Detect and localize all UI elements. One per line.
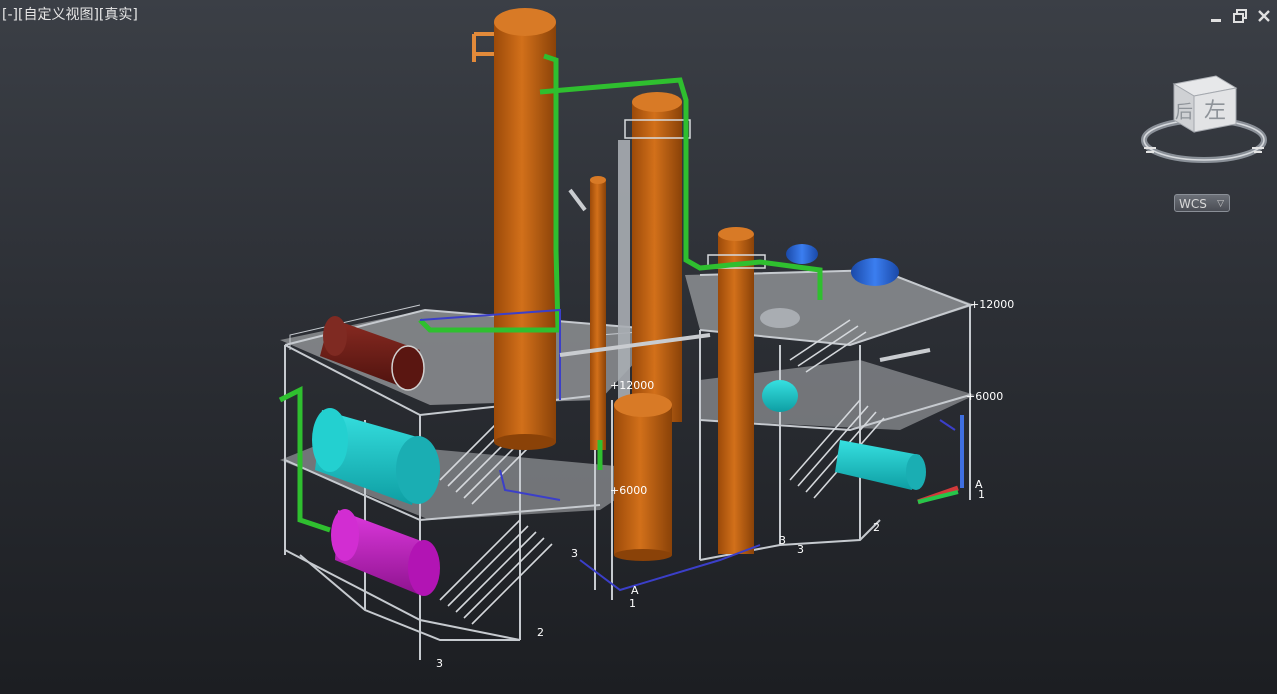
ucs-axis-indicator <box>917 415 964 505</box>
grid-label-3-mid: 3 <box>797 543 804 556</box>
elevation-12000-right: +12000 <box>970 298 1014 311</box>
grid-label-3-bottom: 3 <box>436 657 443 670</box>
second-column-tower[interactable] <box>618 92 691 422</box>
grid-label-3-right: 3 <box>779 534 786 547</box>
grid-label-2-right: 2 <box>873 521 880 534</box>
grid-label-2-left: 2 <box>537 626 544 639</box>
cyan-drum-upper-right[interactable] <box>762 380 798 412</box>
elevation-6000-left: +6000 <box>610 484 647 497</box>
short-vertical-drum[interactable] <box>614 393 672 561</box>
cyan-exchanger-right[interactable] <box>835 440 926 490</box>
grid-label-1-center: 1 <box>629 597 636 610</box>
model-viewport[interactable]: +12000 +6000 +12000 +6000 A 1 A 1 2 3 3 … <box>0 0 1277 694</box>
elevation-12000-left: +12000 <box>610 379 654 392</box>
grid-label-3-left: 3 <box>571 547 578 560</box>
elevation-6000-right: +6000 <box>966 390 1003 403</box>
grid-label-a-center: A <box>631 584 639 597</box>
grey-exchanger[interactable] <box>760 308 800 328</box>
thin-column[interactable] <box>590 176 606 450</box>
grid-label-1-right: 1 <box>978 488 985 501</box>
